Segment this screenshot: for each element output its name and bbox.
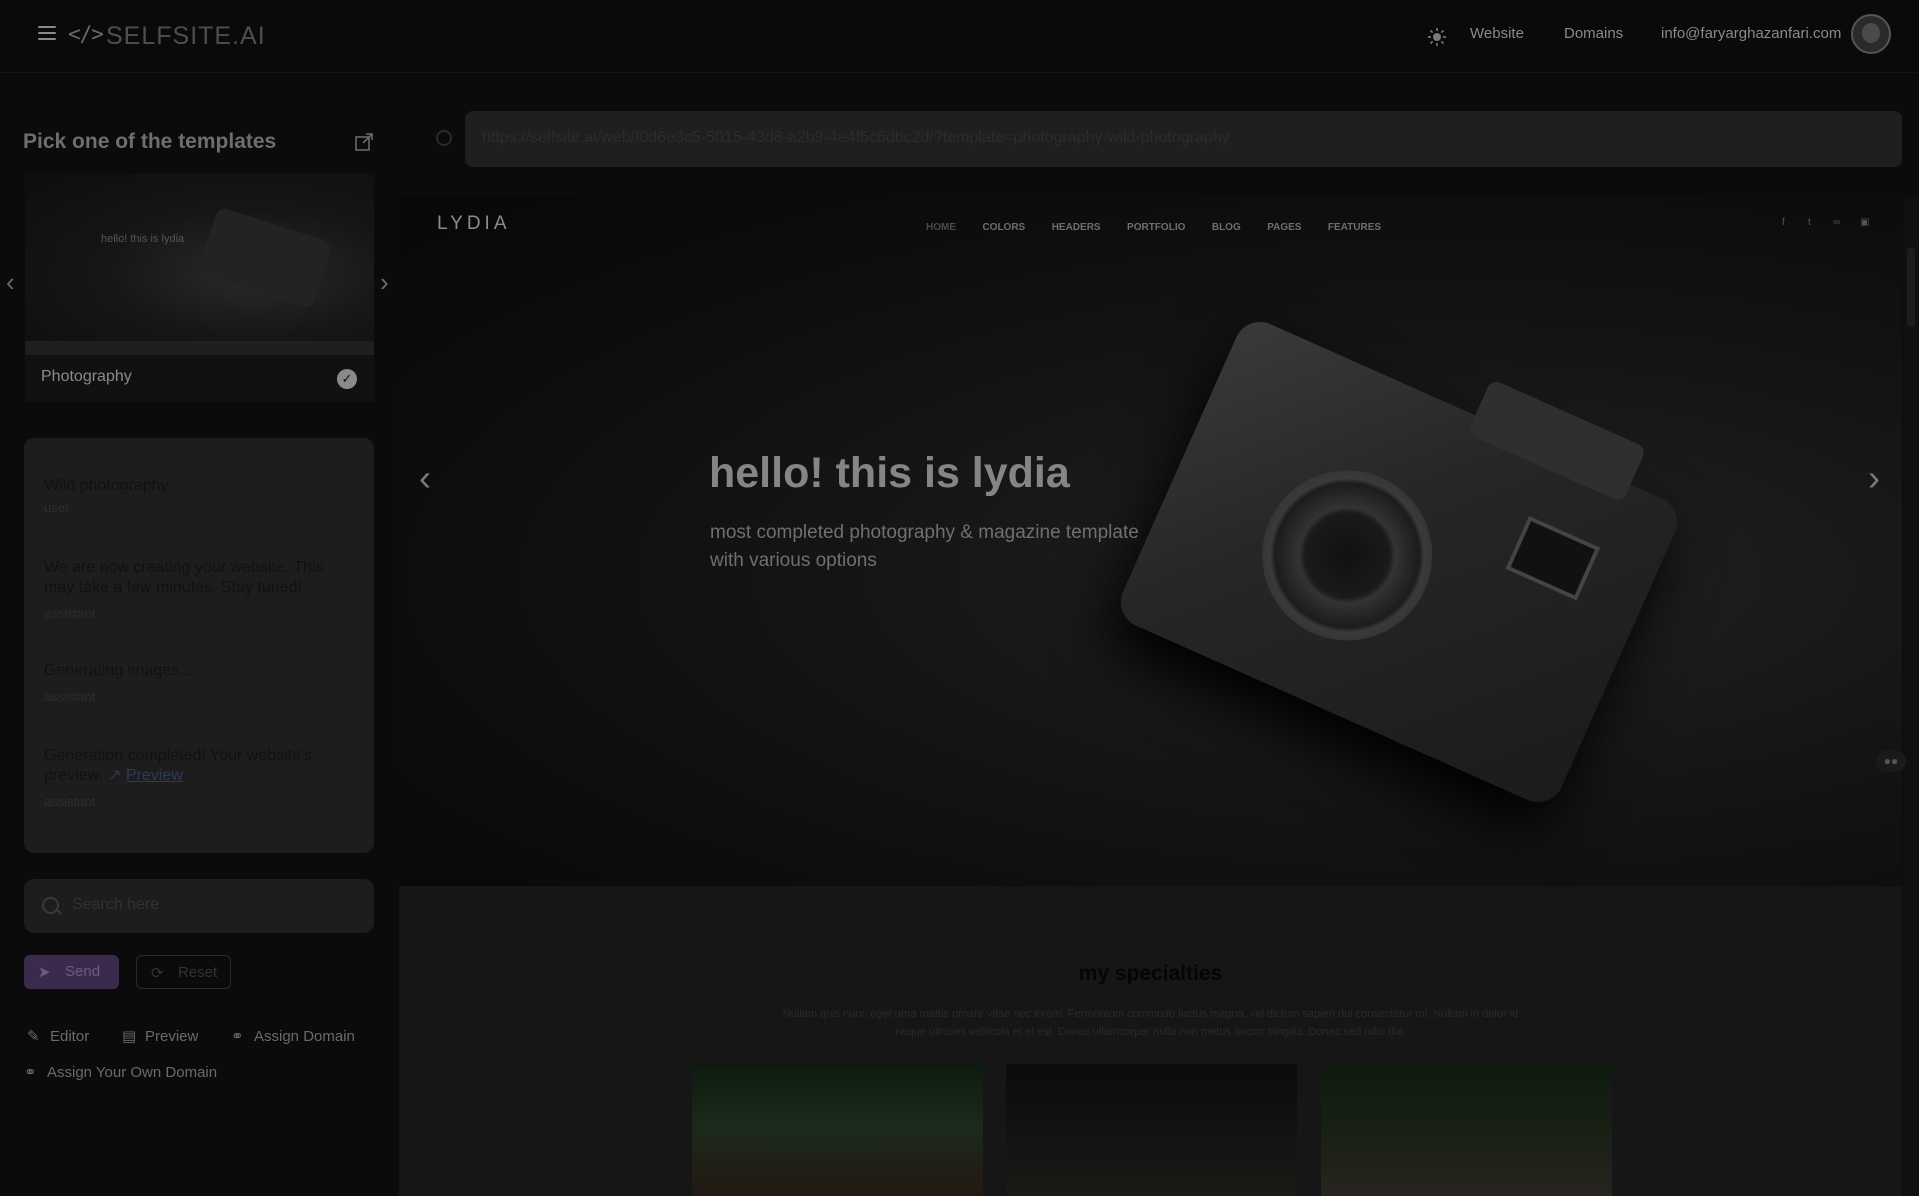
- hero-title: hello! this is lydia: [709, 449, 1070, 497]
- preview-tool-link[interactable]: ▤ Preview: [122, 1027, 198, 1045]
- chat-message-text: Generation completed! Your website's pre…: [44, 746, 354, 786]
- section-description: Nullam quis nunc eget urna mattis ornare…: [782, 1008, 1519, 1038]
- site-logo[interactable]: LYDIA: [437, 213, 511, 235]
- search-input[interactable]: [70, 895, 354, 915]
- menu-icon[interactable]: [38, 26, 56, 40]
- chat-message: Generation completed! Your website's pre…: [44, 746, 354, 812]
- site-preview[interactable]: LYDIA HOME COLORS HEADERS PORTFOLIO BLOG…: [399, 197, 1902, 1196]
- globe-icon: ⚭: [24, 1064, 37, 1081]
- thumb-bar: [25, 341, 374, 355]
- gallery-image-couple[interactable]: [1321, 1064, 1612, 1196]
- panel-title: Pick one of the templates: [23, 130, 277, 153]
- chat-message-role: assistant: [44, 606, 96, 621]
- url-text[interactable]: https://selfsite.ai/web/f0d6e3c5-5015-43…: [482, 129, 1882, 147]
- user-email[interactable]: info@faryarghazanfari.com: [1661, 25, 1841, 42]
- site-nav-headers[interactable]: HEADERS: [1052, 222, 1101, 233]
- carousel-prev-icon[interactable]: ‹: [6, 269, 15, 295]
- camera-thumbnail: [197, 206, 333, 310]
- popout-icon[interactable]: [355, 133, 373, 151]
- flickr-icon[interactable]: ∞: [1833, 217, 1840, 228]
- search-box[interactable]: [24, 879, 374, 933]
- send-label: Send: [65, 963, 101, 980]
- gallery-image-portrait[interactable]: [692, 1064, 983, 1196]
- instagram-icon[interactable]: ▣: [1860, 217, 1869, 228]
- search-icon: [42, 897, 59, 914]
- nav-website[interactable]: Website: [1470, 25, 1524, 42]
- hero: LYDIA HOME COLORS HEADERS PORTFOLIO BLOG…: [399, 197, 1902, 886]
- url-bar[interactable]: https://selfsite.ai/web/f0d6e3c5-5015-43…: [465, 111, 1902, 167]
- chat-message-text: We are now creating your website. This m…: [44, 559, 324, 596]
- camera-lens: [1234, 443, 1460, 668]
- top-bar: </> SELFSITE.AI Website Domains info@far…: [0, 0, 1919, 73]
- refresh-icon[interactable]: [436, 130, 452, 146]
- carousel-next-icon[interactable]: ›: [380, 269, 389, 295]
- site-nav-pages[interactable]: PAGES: [1267, 222, 1301, 233]
- site-nav-features[interactable]: FEATURES: [1328, 222, 1381, 233]
- site-nav-portfolio[interactable]: PORTFOLIO: [1127, 222, 1185, 233]
- send-button[interactable]: ➤ Send: [24, 955, 119, 989]
- gallery-image-still-life[interactable]: [1006, 1064, 1297, 1196]
- globe-icon: ⚭: [231, 1028, 244, 1045]
- chat-message-role: user: [44, 500, 70, 515]
- hero-next-icon[interactable]: ›: [1868, 457, 1880, 499]
- editor-link[interactable]: ✎ Editor: [27, 1027, 89, 1045]
- template-thumbnail: hello! this is lydia: [25, 173, 374, 341]
- preview-label: Preview: [145, 1028, 199, 1045]
- pencil-icon: ✎: [27, 1028, 40, 1045]
- section-title: my specialties: [1078, 962, 1223, 985]
- logo[interactable]: SELFSITE.AI: [106, 22, 266, 51]
- nav-domains[interactable]: Domains: [1564, 25, 1623, 42]
- avatar[interactable]: [1851, 14, 1891, 54]
- chat-message: We are now creating your website. This m…: [44, 558, 354, 624]
- logo-code-icon: </>: [68, 22, 104, 46]
- editor-label: Editor: [50, 1028, 90, 1045]
- chat-message-role: assistant: [44, 794, 96, 809]
- preview-link-label: Preview: [125, 767, 183, 784]
- reset-label: Reset: [178, 964, 218, 981]
- hero-prev-icon[interactable]: ‹: [419, 457, 431, 499]
- scroll-thumb[interactable]: [1907, 247, 1915, 327]
- chat-message-text: Wild photography: [44, 477, 169, 494]
- preview-link[interactable]: ↗ Preview: [108, 767, 183, 784]
- site-nav-colors[interactable]: COLORS: [982, 222, 1025, 233]
- own-domain-link[interactable]: ⚭ Assign Your Own Domain: [24, 1063, 217, 1081]
- site-nav-home[interactable]: HOME: [926, 222, 956, 233]
- left-panel: Pick one of the templates ‹ › hello! thi…: [0, 73, 398, 1196]
- camera-top: [1467, 378, 1647, 503]
- camera-image: [1112, 313, 1686, 811]
- site-nav-blog[interactable]: BLOG: [1212, 222, 1241, 233]
- twitter-icon[interactable]: t: [1808, 217, 1811, 228]
- check-icon: ✓: [337, 369, 357, 389]
- template-label: Photography: [41, 368, 132, 385]
- site-nav: HOME COLORS HEADERS PORTFOLIO BLOG PAGES…: [926, 217, 1403, 235]
- own-domain-label: Assign Your Own Domain: [47, 1064, 218, 1081]
- facebook-icon[interactable]: f: [1782, 217, 1785, 228]
- reset-button[interactable]: ⟳ Reset: [136, 955, 231, 989]
- hero-subtitle: most completed photography & magazine te…: [710, 522, 1139, 571]
- send-icon: ➤: [38, 964, 51, 981]
- assign-domain-label: Assign Domain: [254, 1028, 355, 1045]
- thumb-text: hello! this is lydia: [101, 233, 185, 245]
- chat-bubble-icon[interactable]: ●●: [1876, 750, 1906, 772]
- reset-icon: ⟳: [151, 965, 164, 982]
- preview-icon: ▤: [122, 1028, 137, 1045]
- template-card[interactable]: hello! this is lydia Photography ✓: [25, 173, 374, 402]
- camera-window: [1505, 515, 1601, 601]
- chat-box: Wild photography user We are now creatin…: [24, 438, 374, 853]
- chat-message: Wild photography user: [44, 476, 354, 518]
- chat-message: Generating images... assistant: [44, 661, 354, 707]
- chat-message-role: assistant: [44, 689, 96, 704]
- theme-toggle-icon[interactable]: [1428, 28, 1446, 46]
- assign-domain-link[interactable]: ⚭ Assign Domain: [231, 1027, 355, 1045]
- chat-message-text: Generating images...: [44, 662, 193, 679]
- preview-scrollbar[interactable]: [1903, 197, 1919, 1196]
